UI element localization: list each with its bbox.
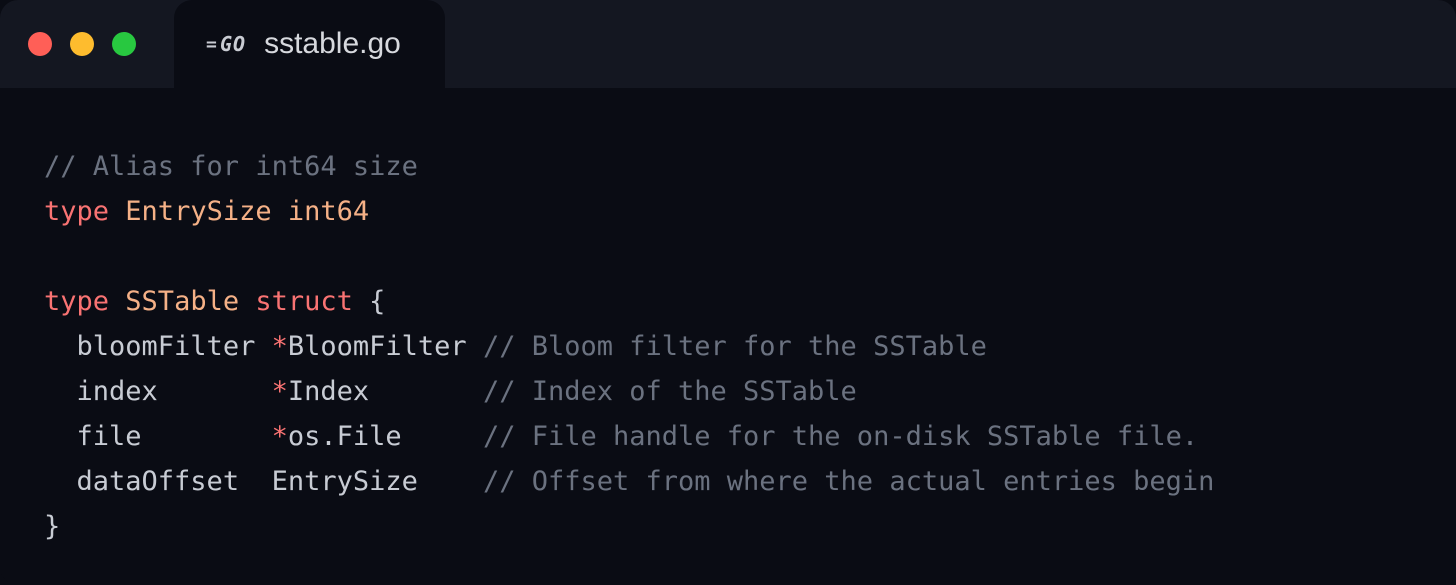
- code-comment: // Alias for int64 size: [44, 151, 418, 182]
- code-pointer-star: *: [272, 376, 288, 407]
- code-comment: // File handle for the on-disk SSTable f…: [483, 421, 1198, 452]
- code-comment: // Bloom filter for the SSTable: [483, 331, 987, 362]
- code-pointer-star: *: [272, 421, 288, 452]
- traffic-lights: [28, 32, 136, 56]
- code-type-name: SSTable: [125, 286, 239, 317]
- titlebar: GO sstable.go: [0, 0, 1456, 88]
- code-field-type: os.File: [288, 421, 402, 452]
- code-area[interactable]: // Alias for int64 size type EntrySize i…: [0, 88, 1456, 549]
- minimize-icon[interactable]: [70, 32, 94, 56]
- code-field-type: Index: [288, 376, 369, 407]
- code-field: dataOffset: [77, 466, 240, 497]
- editor-window: GO sstable.go // Alias for int64 size ty…: [0, 0, 1456, 585]
- code-brace: }: [44, 511, 60, 542]
- code-comment: // Index of the SSTable: [483, 376, 857, 407]
- code-field-type: BloomFilter: [288, 331, 467, 362]
- code-field-type: EntrySize: [272, 466, 418, 497]
- code-type-name: EntrySize: [125, 196, 271, 227]
- code-keyword: type: [44, 196, 109, 227]
- code-field: file: [77, 421, 142, 452]
- code-brace: {: [369, 286, 385, 317]
- code-field: bloomFilter: [77, 331, 256, 362]
- code-pointer-star: *: [272, 331, 288, 362]
- code-field: index: [77, 376, 158, 407]
- code-comment: // Offset from where the actual entries …: [483, 466, 1215, 497]
- code-keyword: struct: [255, 286, 353, 317]
- close-icon[interactable]: [28, 32, 52, 56]
- go-icon: GO: [206, 32, 246, 56]
- tab-active[interactable]: GO sstable.go: [174, 0, 445, 88]
- tab-filename: sstable.go: [264, 27, 401, 61]
- code-block: // Alias for int64 size type EntrySize i…: [44, 144, 1412, 549]
- zoom-icon[interactable]: [112, 32, 136, 56]
- code-keyword: type: [44, 286, 109, 317]
- code-type-base: int64: [288, 196, 369, 227]
